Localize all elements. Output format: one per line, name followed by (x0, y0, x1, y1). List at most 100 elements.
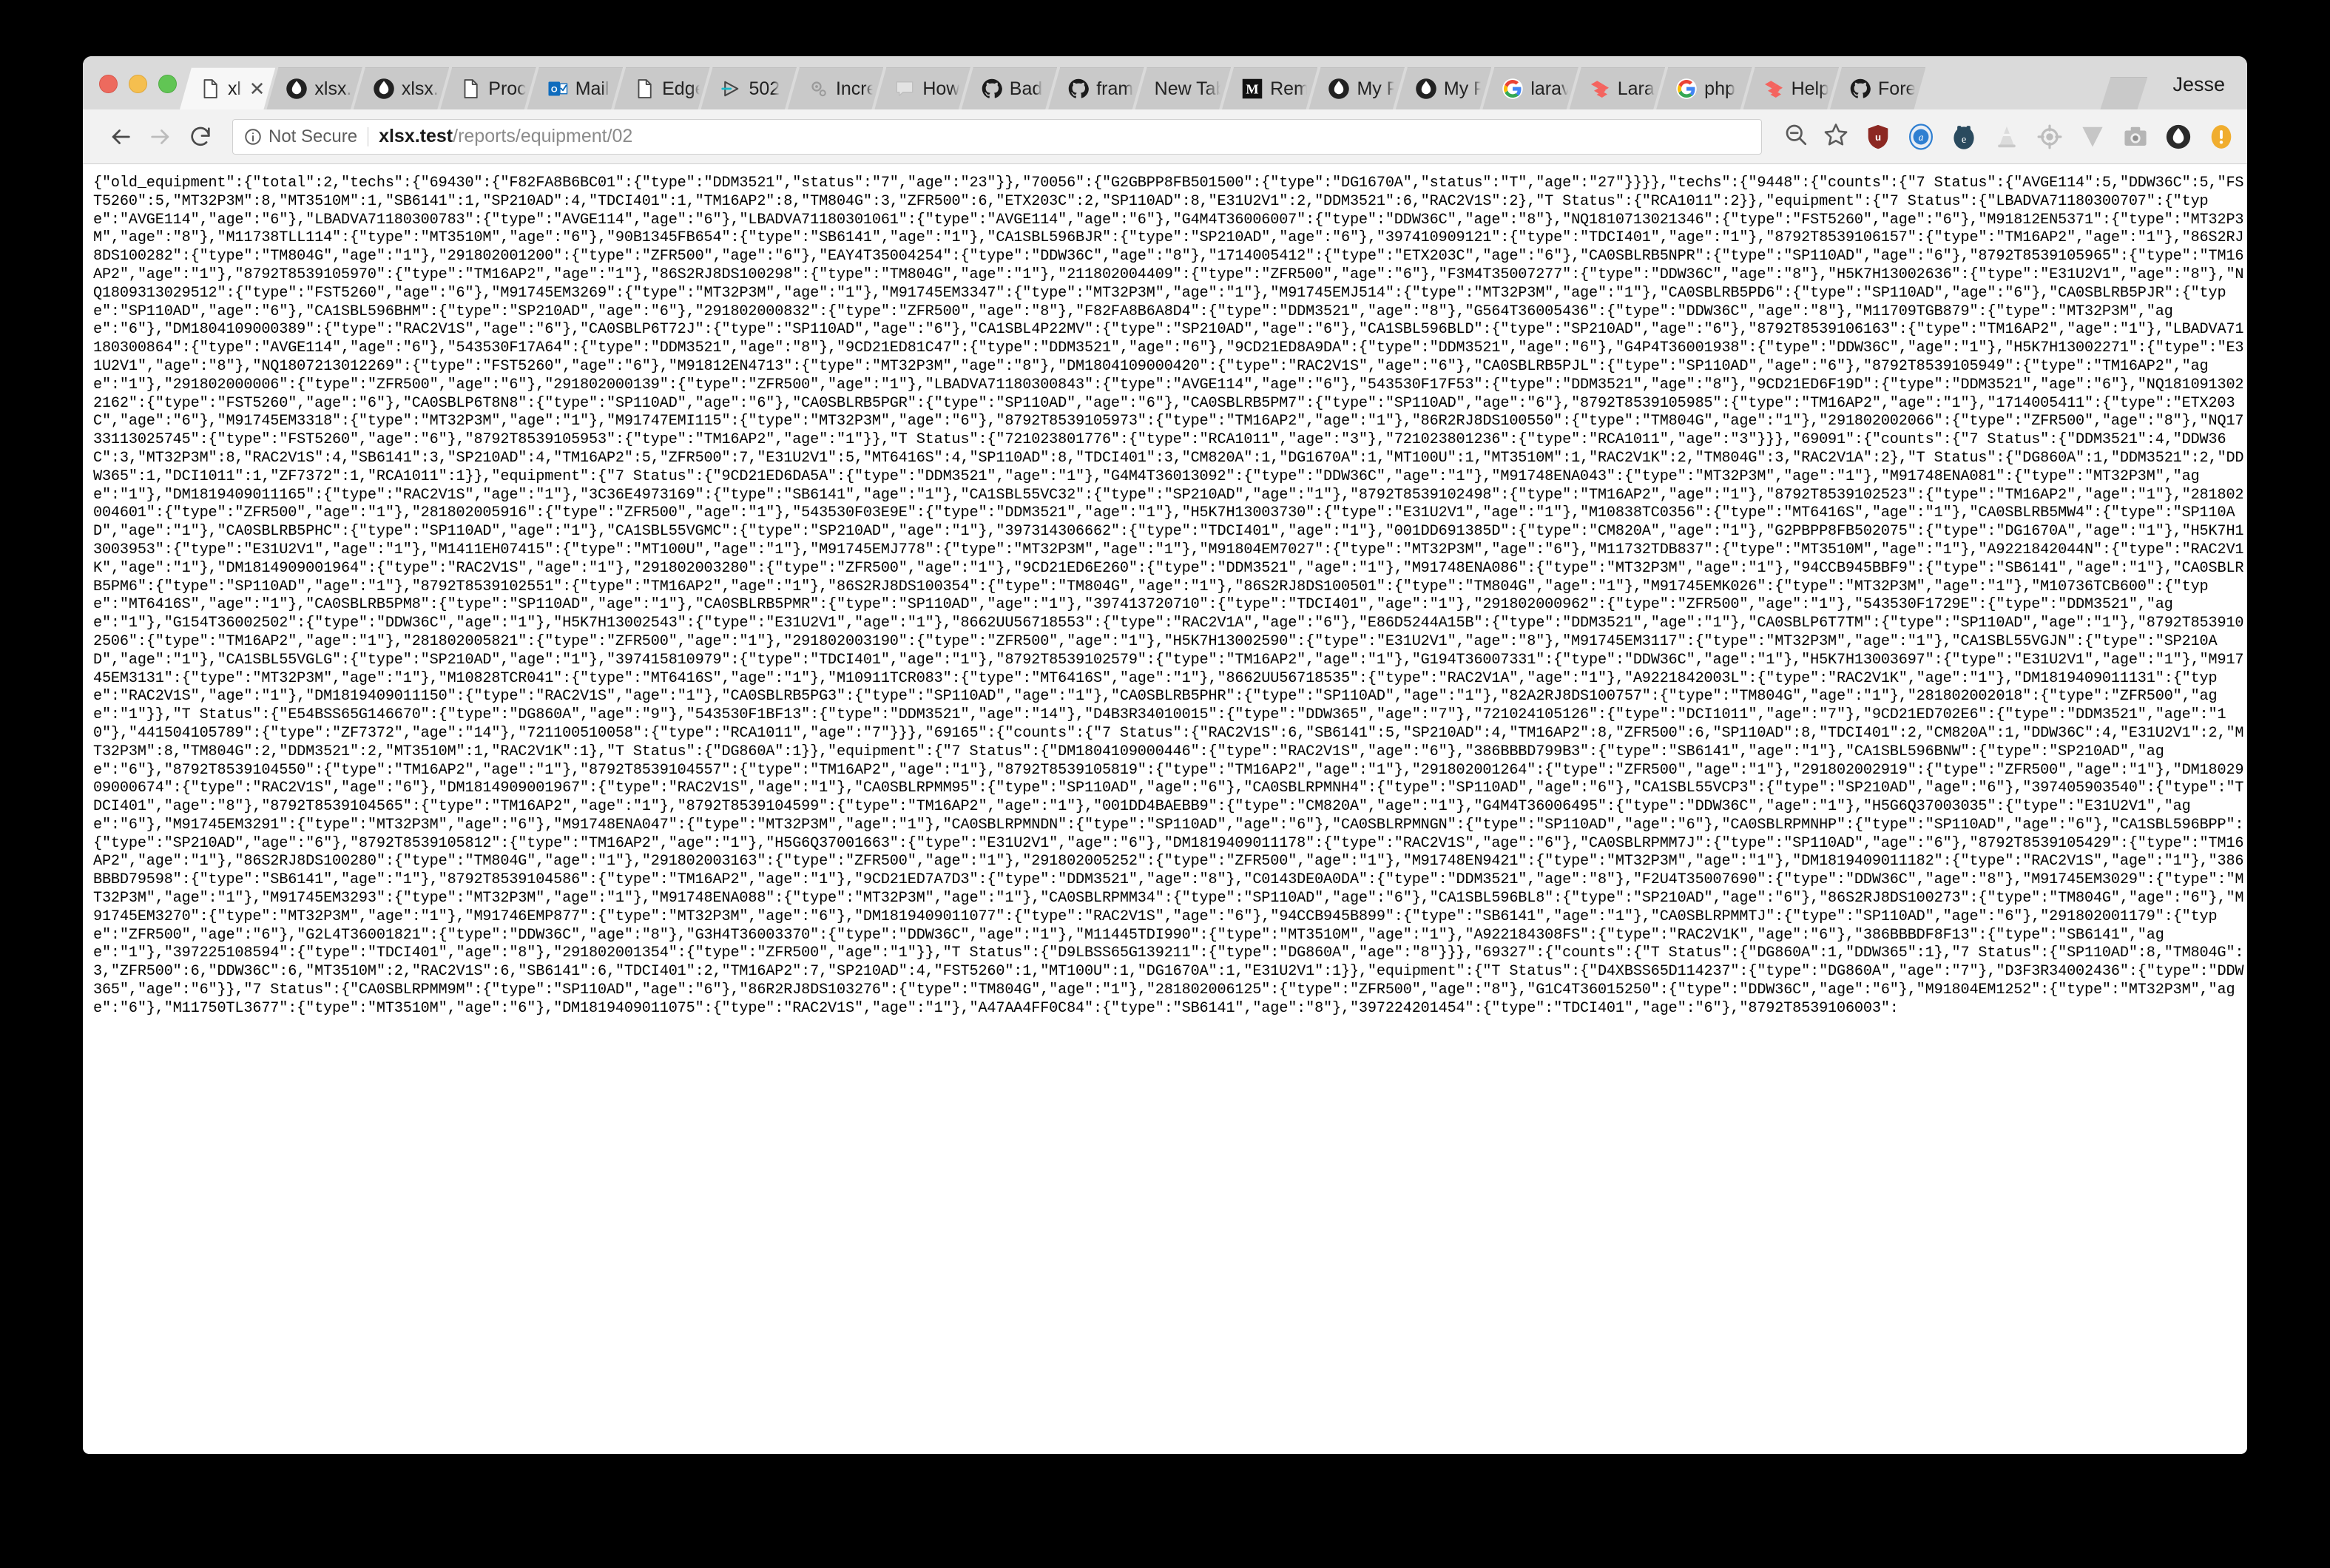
tab-label: Incre (835, 79, 874, 98)
tab-label: larav (1530, 79, 1568, 98)
tab-help[interactable]: Help (1743, 67, 1839, 109)
google-icon (1675, 78, 1698, 100)
url-text[interactable]: xlsx.test/reports/equipment/02 (379, 126, 632, 147)
tab-502[interactable]: 502 (701, 67, 797, 109)
svg-text:a: a (1919, 132, 1924, 143)
tab-larav[interactable]: larav (1482, 67, 1578, 109)
browser-window: xl ✕ xlsx.t xlsx.t Proc O Mail Edge 502 Incre How B… (83, 56, 2247, 1454)
tab-label: fram (1096, 79, 1134, 98)
chat-bubble-icon (894, 78, 916, 100)
tab-incre[interactable]: Incre (788, 67, 883, 109)
laravel-flame-icon (373, 78, 395, 100)
ublock-origin-icon[interactable]: u (1864, 123, 1892, 151)
extension-icons: u a e (1852, 123, 2235, 151)
crosshair-icon[interactable] (2036, 123, 2064, 151)
tab-new-tab[interactable]: New Tab (1135, 67, 1231, 109)
tab-label: xl (228, 79, 241, 98)
tab-edge[interactable]: Edge (614, 67, 709, 109)
json-response-body: {"old_equipment":{"total":2,"techs":{"69… (93, 175, 2244, 1017)
laravel-icon (1589, 78, 1611, 100)
tab-mail[interactable]: O Mail (527, 67, 623, 109)
tab-label: php (1704, 79, 1735, 98)
tab-lara[interactable]: Lara (1570, 67, 1665, 109)
github-icon (981, 78, 1003, 100)
profile-button[interactable]: Jesse (2147, 73, 2247, 109)
traffic-cone-icon[interactable] (1993, 123, 2021, 151)
tab-label: My P (1357, 79, 1382, 98)
window-controls (83, 75, 189, 109)
tab-xlsx-t[interactable]: xlsx.t (354, 67, 449, 109)
svg-text:O: O (551, 85, 558, 94)
laravel-icon (1763, 78, 1785, 100)
google-icon (1502, 78, 1524, 100)
arrow-badge-icon (720, 78, 743, 100)
github-icon (1067, 78, 1090, 100)
address-bar[interactable]: Not Secure xlsx.test/reports/equipment/0… (232, 118, 1762, 155)
tab-label: 502 (749, 79, 780, 98)
svg-text:u: u (1875, 132, 1881, 143)
gear-icon (807, 78, 829, 100)
tab-php[interactable]: php (1656, 67, 1752, 109)
camera-icon[interactable] (2121, 123, 2150, 151)
page-viewport[interactable]: {"old_equipment":{"total":2,"techs":{"69… (83, 164, 2247, 1453)
tab-label: Rem (1270, 79, 1308, 98)
blue-circle-extension-icon[interactable]: a (1907, 123, 1935, 151)
document-icon (633, 78, 655, 100)
browser-toolbar: Not Secure xlsx.test/reports/equipment/0… (83, 109, 2247, 164)
tab-my-p[interactable]: My P (1396, 67, 1491, 109)
tab-how[interactable]: How (874, 67, 970, 109)
tab-list: xl ✕ xlsx.t xlsx.t Proc O Mail Edge 502 Incre How B… (189, 56, 2103, 109)
document-icon (199, 78, 221, 100)
dark-badge-extension-icon[interactable]: e (1950, 123, 1978, 151)
new-tab-button[interactable] (2100, 77, 2147, 109)
security-status[interactable]: Not Secure (243, 126, 357, 147)
tab-fram[interactable]: fram (1048, 67, 1144, 109)
laravel-flame-icon (1328, 78, 1350, 100)
tab-xl[interactable]: xl ✕ (180, 67, 275, 109)
tab-rem[interactable]: M Rem (1222, 67, 1317, 109)
tab-label: My P (1443, 79, 1469, 98)
zoom-window-button[interactable] (158, 75, 177, 93)
document-icon (459, 78, 482, 100)
tab-strip: xl ✕ xlsx.t xlsx.t Proc O Mail Edge 502 Incre How B… (83, 56, 2247, 109)
tab-label: Proc (488, 79, 526, 98)
info-circle-icon (245, 128, 261, 145)
svg-text:M: M (1246, 82, 1258, 97)
tab-label: New Tab (1154, 79, 1221, 98)
laravel-flame-icon (286, 78, 308, 100)
reload-icon[interactable] (182, 118, 219, 155)
tab-bad[interactable]: Bad (962, 67, 1057, 109)
tab-label: Mail (575, 79, 609, 98)
forward-arrow-icon (142, 118, 179, 155)
tab-label: xlsx.t (401, 79, 439, 98)
tab-label: Bad (1009, 79, 1043, 98)
back-arrow-icon[interactable] (102, 118, 139, 155)
tab-label: Lara (1617, 79, 1655, 98)
close-tab-icon[interactable]: ✕ (248, 79, 266, 98)
tab-label: Help (1791, 79, 1829, 98)
url-path: /reports/equipment/02 (453, 126, 633, 146)
github-icon (1849, 78, 1871, 100)
tab-xlsx-t[interactable]: xlsx.t (266, 67, 362, 109)
minimize-window-button[interactable] (129, 75, 147, 93)
v-shape-icon[interactable] (2079, 123, 2107, 151)
tab-label: xlsx.t (314, 79, 352, 98)
tab-fore[interactable]: Fore (1830, 67, 1925, 109)
tab-label: How (922, 79, 960, 98)
laravel-flame-icon[interactable] (2164, 123, 2192, 151)
url-host: xlsx.test (379, 126, 453, 146)
close-window-button[interactable] (99, 75, 118, 93)
tab-proc[interactable]: Proc (440, 67, 536, 109)
warning-dot-icon[interactable] (2207, 123, 2235, 151)
outlook-icon: O (547, 78, 569, 100)
security-label: Not Secure (269, 126, 358, 146)
zoom-out-icon[interactable] (1783, 121, 1809, 152)
medium-icon: M (1241, 78, 1263, 100)
star-icon[interactable] (1823, 121, 1849, 152)
tab-my-p[interactable]: My P (1308, 67, 1404, 109)
svg-text:e: e (1962, 133, 1966, 145)
omnibox-actions (1774, 121, 1849, 152)
tab-label: Edge (662, 79, 695, 98)
tab-label: Fore (1878, 79, 1916, 98)
laravel-flame-icon (1415, 78, 1437, 100)
